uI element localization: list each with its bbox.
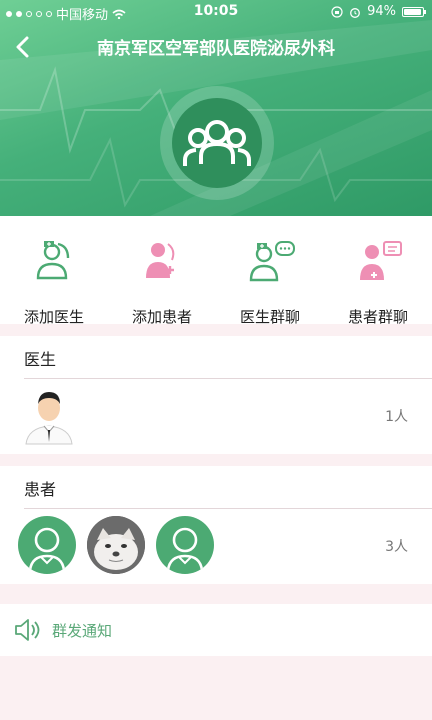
alarm-icon <box>350 7 361 18</box>
doctor-avatar[interactable] <box>20 388 78 446</box>
battery-percent: 94% <box>367 4 396 19</box>
broadcast-notice-row[interactable]: 群发通知 <box>0 604 432 656</box>
rotation-lock-icon <box>331 5 343 18</box>
patients-title: 患者 <box>24 480 57 499</box>
doctors-count: 1人 <box>385 409 408 425</box>
group-avatar <box>160 86 274 200</box>
group-icon <box>183 120 251 166</box>
doctor-add-icon <box>36 241 70 280</box>
nav-bar: 南京军区空军部队医院泌尿外科 <box>0 28 432 66</box>
status-bar: 中国移动 10:05 94% <box>0 0 432 24</box>
add-patient-label: 添加患者 <box>131 308 192 326</box>
add-doctor-button[interactable]: 添加医生 <box>0 230 108 326</box>
doctor-group-chat-label: 医生群聊 <box>239 308 300 326</box>
cat-photo-avatar <box>87 516 145 574</box>
doctors-title: 医生 <box>24 350 57 369</box>
doctors-divider <box>24 378 432 379</box>
doctors-section: 医生 1人 <box>0 336 432 454</box>
patient-add-icon <box>146 243 175 278</box>
patient-group-chat-button[interactable]: 患者群聊 <box>324 230 432 326</box>
speaker-icon <box>15 619 40 641</box>
patient-chat-icon <box>360 241 402 280</box>
doctor-group-chat-button[interactable]: 医生群聊 <box>216 230 324 326</box>
doctor-avatar-icon <box>25 392 73 445</box>
battery-icon <box>402 6 426 17</box>
patients-count: 3人 <box>385 539 408 555</box>
patient-avatar-1[interactable] <box>18 516 76 574</box>
doctor-chat-icon <box>249 241 295 282</box>
patient-avatar-3[interactable] <box>156 516 214 574</box>
quick-actions: 添加医生 添加患者 医生群聊 患者群聊 <box>0 216 432 326</box>
add-patient-button[interactable]: 添加患者 <box>108 230 216 326</box>
default-avatar-icon <box>28 527 66 571</box>
patients-divider <box>24 508 432 509</box>
patient-group-chat-label: 患者群聊 <box>347 308 408 326</box>
page-title: 南京军区空军部队医院泌尿外科 <box>97 39 335 59</box>
broadcast-label: 群发通知 <box>52 622 113 640</box>
add-doctor-label: 添加医生 <box>23 308 84 326</box>
patient-avatar-2[interactable] <box>87 516 145 574</box>
default-avatar-icon <box>166 527 204 571</box>
patients-section: 患者 3人 <box>0 466 432 584</box>
header-banner: 中国移动 10:05 94% 南京军区空军部队医院泌尿外科 <box>0 0 432 216</box>
